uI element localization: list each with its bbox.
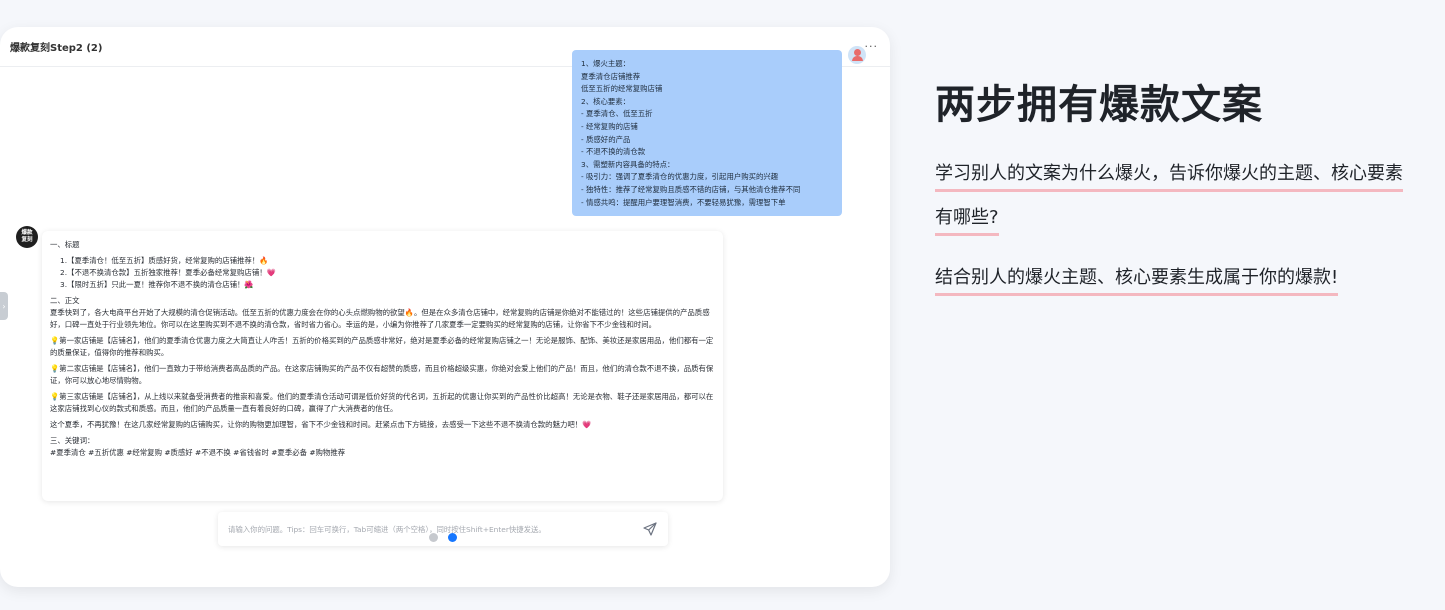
bot-avatar-label: 爆款 复刻 xyxy=(21,230,33,243)
user-message-bubble: 1、爆火主题： 夏季清仓店铺推荐 低至五折的经常复购店铺 2、核心要素： - 夏… xyxy=(572,50,842,216)
user-avatar xyxy=(848,46,866,64)
section-title-body: 二、正文 xyxy=(50,296,80,305)
bot-avatar: 爆款 复刻 xyxy=(16,226,38,248)
headline-item: 1.【夏季清仓！低至五折】质感好货，经常复购的店铺推荐！🔥 xyxy=(60,256,269,265)
body-shop-1: 💡第一家店铺是【店铺名】，他们的夏季清仓优惠力度之大简直让人咋舌！五折的价格买到… xyxy=(50,336,714,357)
user-message-line: 3、需塑新内容具备的特点： xyxy=(581,159,675,169)
user-avatar-body xyxy=(851,56,863,61)
headline-item: 3.【限时五折】只此一夏！推荐你不退不换的清仓店铺！🌺 xyxy=(60,280,254,289)
user-message-line: - 吸引力：强调了夏季清仓的优惠力度，引起用户购买的兴趣 xyxy=(581,172,779,182)
body-shop-3: 💡第三家店铺是【店铺名】，从上线以来就备受消费者的推崇和喜爱。他们的夏季清仓活动… xyxy=(50,392,714,413)
promo-headline: 两步拥有爆款文案 xyxy=(935,82,1263,128)
carousel-dot-2[interactable] xyxy=(448,533,457,542)
carousel-dot-1[interactable] xyxy=(429,533,438,542)
keywords-text: #夏季清仓 #五折优惠 #经常复购 #质感好 #不退不换 #省钱省时 #夏季必备… xyxy=(50,448,346,457)
promo-description-2: 结合别人的爆火主题、核心要素生成属于你的爆款! xyxy=(935,256,1415,300)
section-title-headlines: 一、标题 xyxy=(50,240,80,249)
body-outro: 这个夏季，不再犹豫！在这几家经常复购的店铺购买，让你的购物更加理智，省下不少金钱… xyxy=(50,420,592,429)
body-intro: 夏季快到了，各大电商平台开始了大规模的清仓促销活动。低至五折的优惠力度会在你的心… xyxy=(50,308,710,329)
user-message-line: - 质感好的产品 xyxy=(581,134,631,144)
user-message-line: - 经常复购的店铺 xyxy=(581,121,638,131)
headline-list: 1.【夏季清仓！低至五折】质感好货，经常复购的店铺推荐！🔥 2.【不退不换清仓款… xyxy=(50,255,715,291)
send-icon[interactable] xyxy=(642,521,658,537)
carousel-indicator xyxy=(429,533,457,542)
user-message-line: 1、爆火主题： xyxy=(581,59,631,68)
user-message-line: - 情感共鸣：提醒用户要理智消费，不要轻易犹豫，需理智下单 xyxy=(581,197,786,207)
promo-description-2-text: 结合别人的爆火主题、核心要素生成属于你的爆款! xyxy=(935,267,1339,296)
more-options-icon[interactable]: ··· xyxy=(865,40,879,53)
bot-message-bubble: 一、标题 1.【夏季清仓！低至五折】质感好货，经常复购的店铺推荐！🔥 2.【不退… xyxy=(42,231,723,501)
promo-description-1: 学习别人的文案为什么爆火，告诉你爆火的主题、核心要素有哪些? xyxy=(935,152,1415,240)
user-avatar-head xyxy=(853,49,861,56)
user-message-line: - 独特性：推荐了经常复购且质感不错的店铺，与其他清仓推荐不同 xyxy=(581,184,801,194)
section-title-keywords: 三、关键词： xyxy=(50,436,95,445)
user-message-line: - 不退不换的清仓款 xyxy=(581,147,646,157)
headline-item: 2.【不退不换清仓款】五折独家推荐！夏季必备经常复购店铺！💗 xyxy=(60,268,276,277)
promo-description-1-text: 学习别人的文案为什么爆火，告诉你爆火的主题、核心要素有哪些? xyxy=(935,163,1403,236)
user-message-line: 低至五折的经常复购店铺 xyxy=(581,84,663,94)
user-message-line: 2、核心要素： xyxy=(581,96,631,106)
body-shop-2: 💡第二家店铺是【店铺名】，他们一直致力于带给消费者高品质的产品。在这家店铺购买的… xyxy=(50,364,714,385)
user-message-line: - 夏季清仓、低至五折 xyxy=(581,109,653,119)
user-message-line: 夏季清仓店铺推荐 xyxy=(581,71,641,81)
chat-title: 爆款复刻Step2 (2) xyxy=(10,43,103,54)
sidebar-expand-chevron-icon[interactable]: › xyxy=(0,292,8,320)
